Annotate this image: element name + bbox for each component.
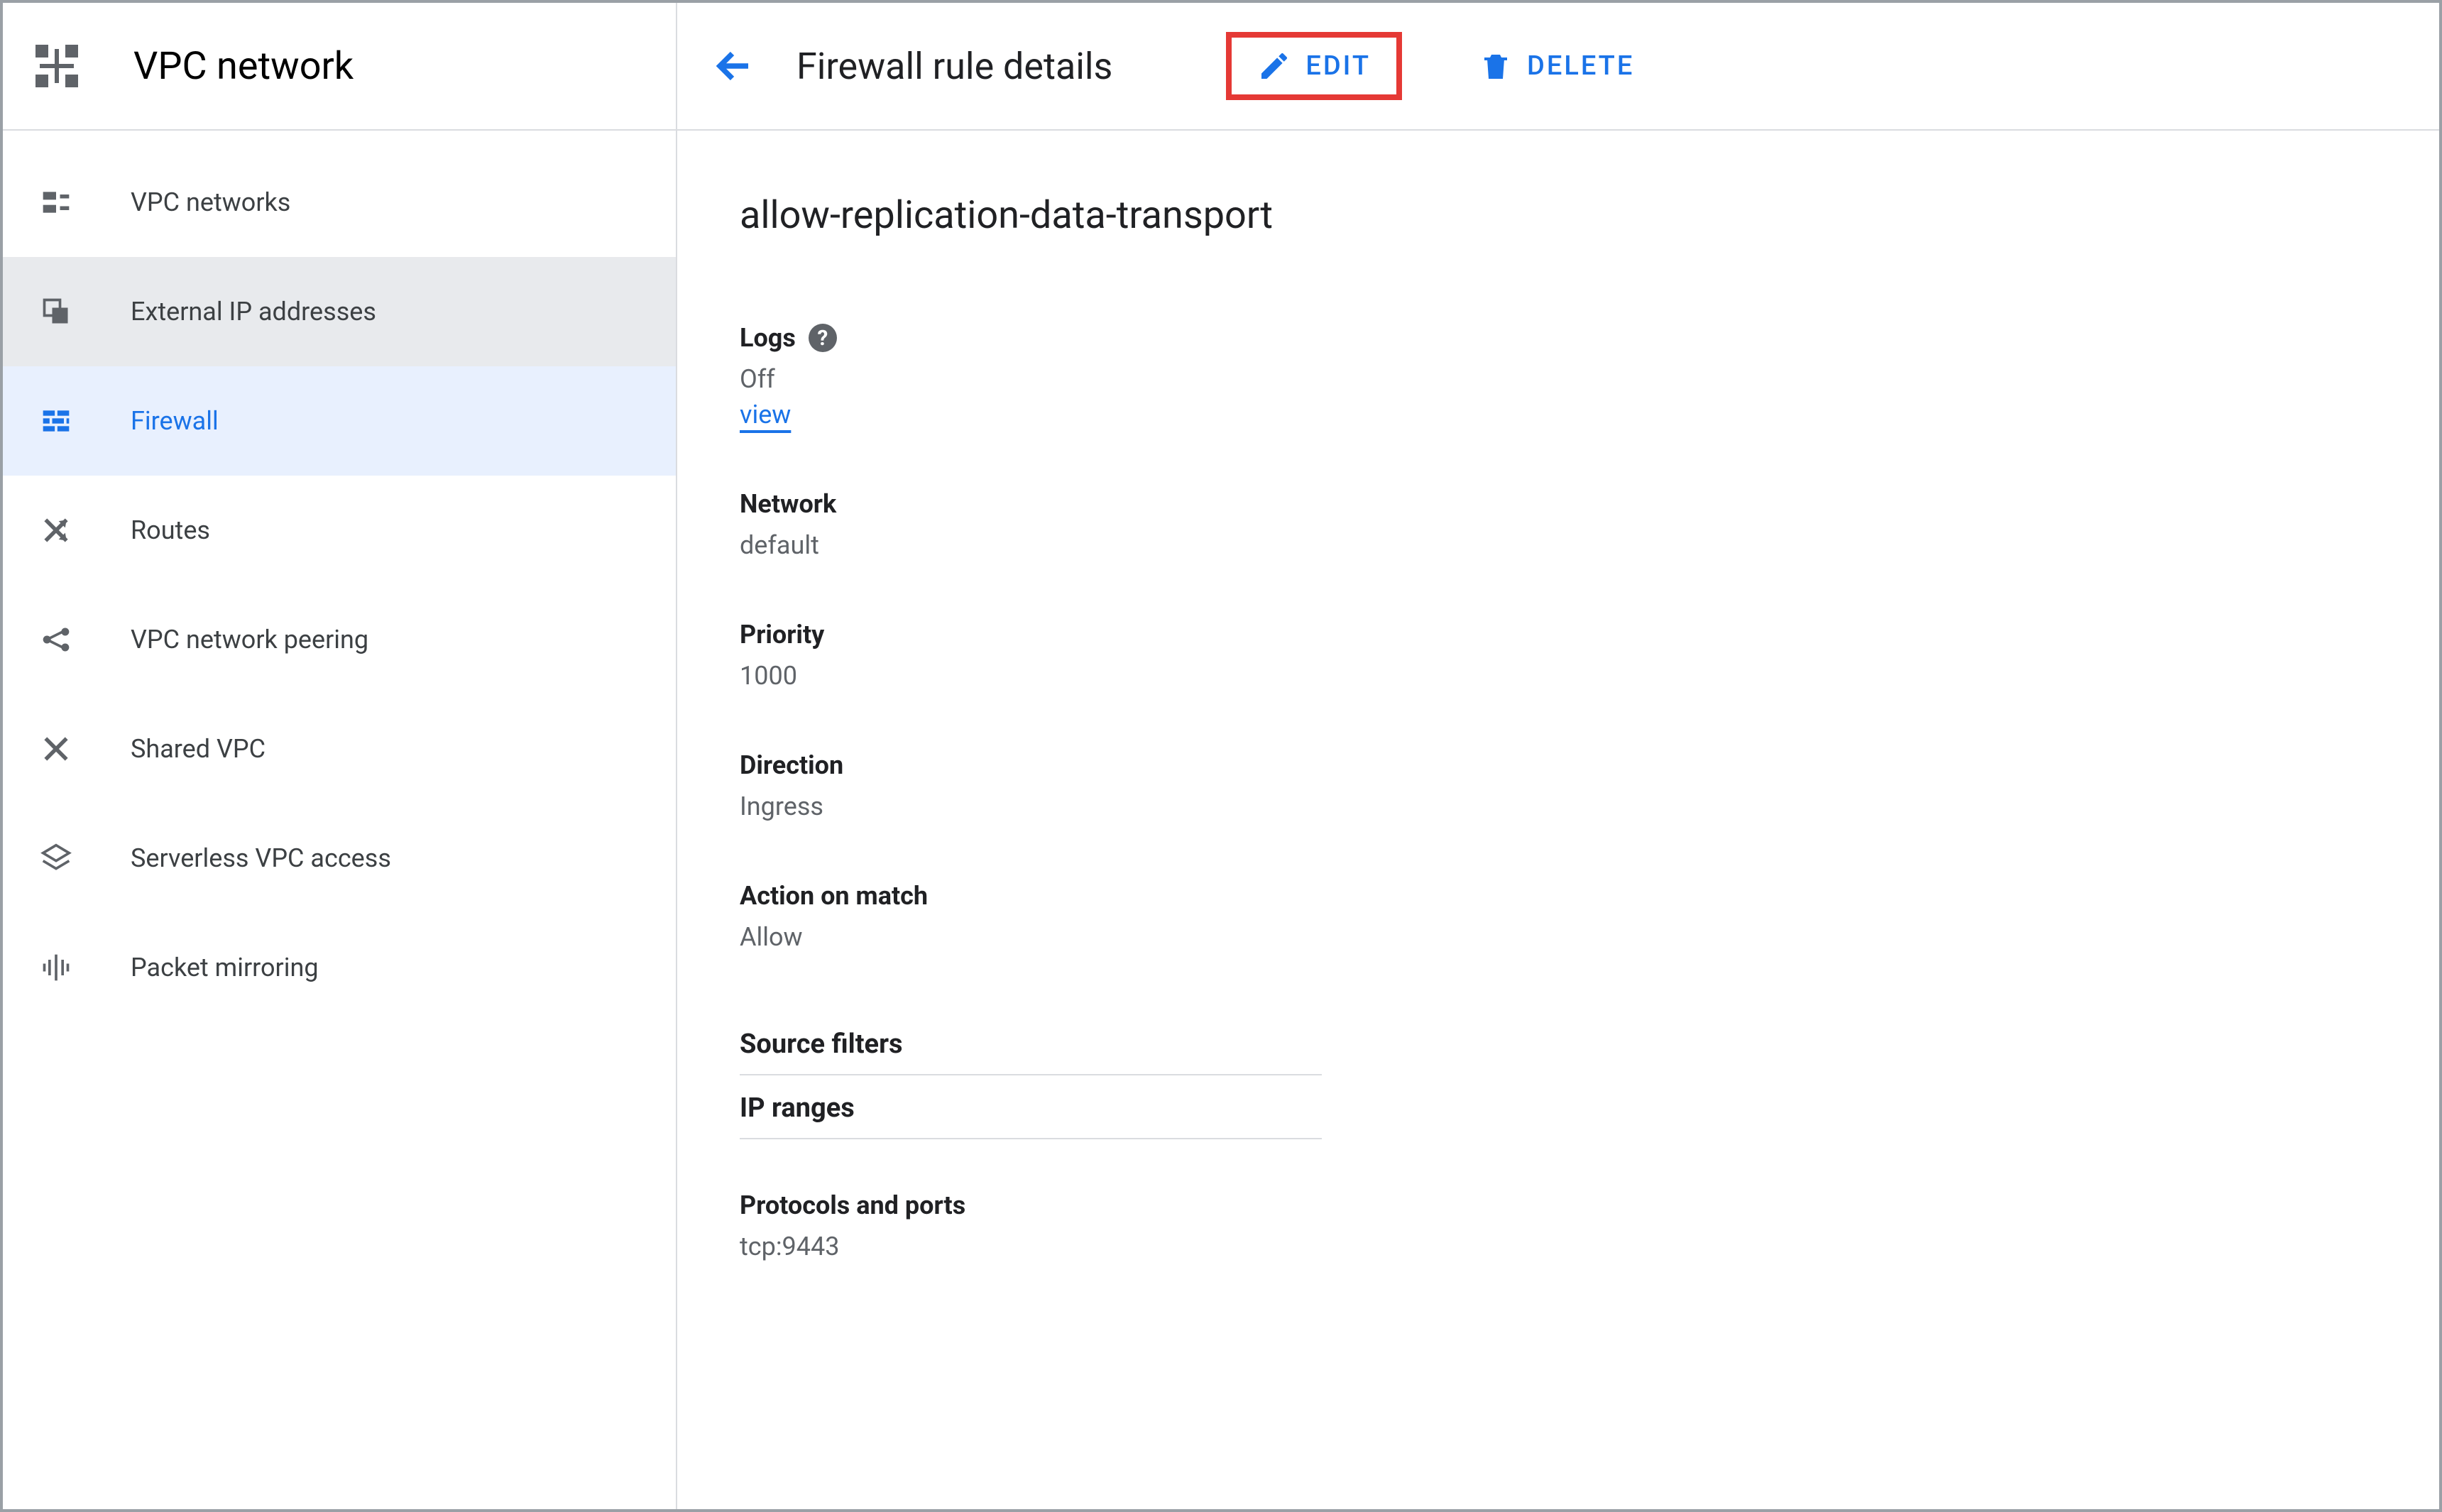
- routes-icon: [37, 511, 75, 549]
- serverless-icon: [37, 839, 75, 877]
- source-filters-label: Source filters: [740, 1012, 1322, 1075]
- content: allow-replication-data-transport Logs ? …: [677, 131, 2439, 1321]
- edit-button[interactable]: EDIT: [1226, 32, 1402, 100]
- trash-icon: [1479, 49, 1513, 83]
- shared-vpc-icon: [37, 730, 75, 768]
- help-icon[interactable]: ?: [809, 324, 837, 352]
- sidebar-item-firewall[interactable]: Firewall: [3, 366, 676, 476]
- rule-name: allow-replication-data-transport: [740, 193, 2439, 238]
- logs-label: Logs: [740, 323, 796, 353]
- page-title: Firewall rule details: [796, 45, 1112, 88]
- sidebar-item-external-ip[interactable]: External IP addresses: [3, 257, 676, 366]
- network-icon: [37, 183, 75, 221]
- external-ip-icon: [37, 292, 75, 331]
- sidebar-item-label: VPC networks: [131, 187, 290, 217]
- logs-section: Logs ? Off view: [740, 323, 2439, 429]
- sidebar-item-label: External IP addresses: [131, 297, 376, 327]
- sidebar-item-label: Serverless VPC access: [131, 843, 391, 873]
- topbar: Firewall rule details EDIT DELETE: [677, 3, 2439, 131]
- delete-button[interactable]: DELETE: [1453, 32, 1660, 100]
- logs-view-link[interactable]: view: [740, 400, 791, 429]
- vpc-product-icon: [31, 40, 82, 92]
- sidebar-item-label: Shared VPC: [131, 734, 265, 764]
- protocols-label: Protocols and ports: [740, 1190, 2439, 1220]
- network-section: Network default: [740, 489, 2439, 560]
- priority-label: Priority: [740, 620, 2439, 650]
- packet-mirroring-icon: [37, 948, 75, 987]
- back-button[interactable]: [700, 32, 768, 100]
- protocols-value: tcp:9443: [740, 1232, 2439, 1261]
- priority-section: Priority 1000: [740, 620, 2439, 691]
- product-title: VPC network: [133, 44, 354, 89]
- nav: VPC networks External IP addresses Firew…: [3, 131, 676, 1022]
- network-value: default: [740, 530, 2439, 560]
- edit-label: EDIT: [1305, 50, 1371, 82]
- sidebar-item-shared-vpc[interactable]: Shared VPC: [3, 694, 676, 804]
- protocols-section: Protocols and ports tcp:9443: [740, 1190, 2439, 1261]
- sidebar-item-serverless[interactable]: Serverless VPC access: [3, 804, 676, 913]
- sidebar-item-vpc-networks[interactable]: VPC networks: [3, 148, 676, 257]
- sidebar-item-packet-mirroring[interactable]: Packet mirroring: [3, 913, 676, 1022]
- ip-ranges-label: IP ranges: [740, 1075, 1322, 1139]
- sidebar: VPC network VPC networks External IP add…: [3, 3, 677, 1509]
- sidebar-item-label: Firewall: [131, 406, 219, 436]
- action-section: Action on match Allow: [740, 881, 2439, 952]
- sidebar-header: VPC network: [3, 3, 676, 131]
- direction-label: Direction: [740, 750, 2439, 780]
- direction-value: Ingress: [740, 791, 2439, 821]
- priority-value: 1000: [740, 661, 2439, 691]
- direction-section: Direction Ingress: [740, 750, 2439, 821]
- pencil-icon: [1257, 49, 1291, 83]
- sidebar-item-peering[interactable]: VPC network peering: [3, 585, 676, 694]
- firewall-icon: [37, 402, 75, 440]
- sidebar-item-label: Packet mirroring: [131, 953, 319, 982]
- sidebar-item-routes[interactable]: Routes: [3, 476, 676, 585]
- action-label: Action on match: [740, 881, 2439, 911]
- action-value: Allow: [740, 922, 2439, 952]
- sidebar-item-label: Routes: [131, 515, 210, 545]
- peering-icon: [37, 620, 75, 659]
- sidebar-item-label: VPC network peering: [131, 625, 368, 654]
- source-filters-section: Source filters IP ranges: [740, 1012, 2439, 1139]
- delete-label: DELETE: [1527, 50, 1634, 82]
- main: Firewall rule details EDIT DELETE allow-…: [677, 3, 2439, 1509]
- logs-value: Off: [740, 364, 2439, 394]
- network-label: Network: [740, 489, 2439, 519]
